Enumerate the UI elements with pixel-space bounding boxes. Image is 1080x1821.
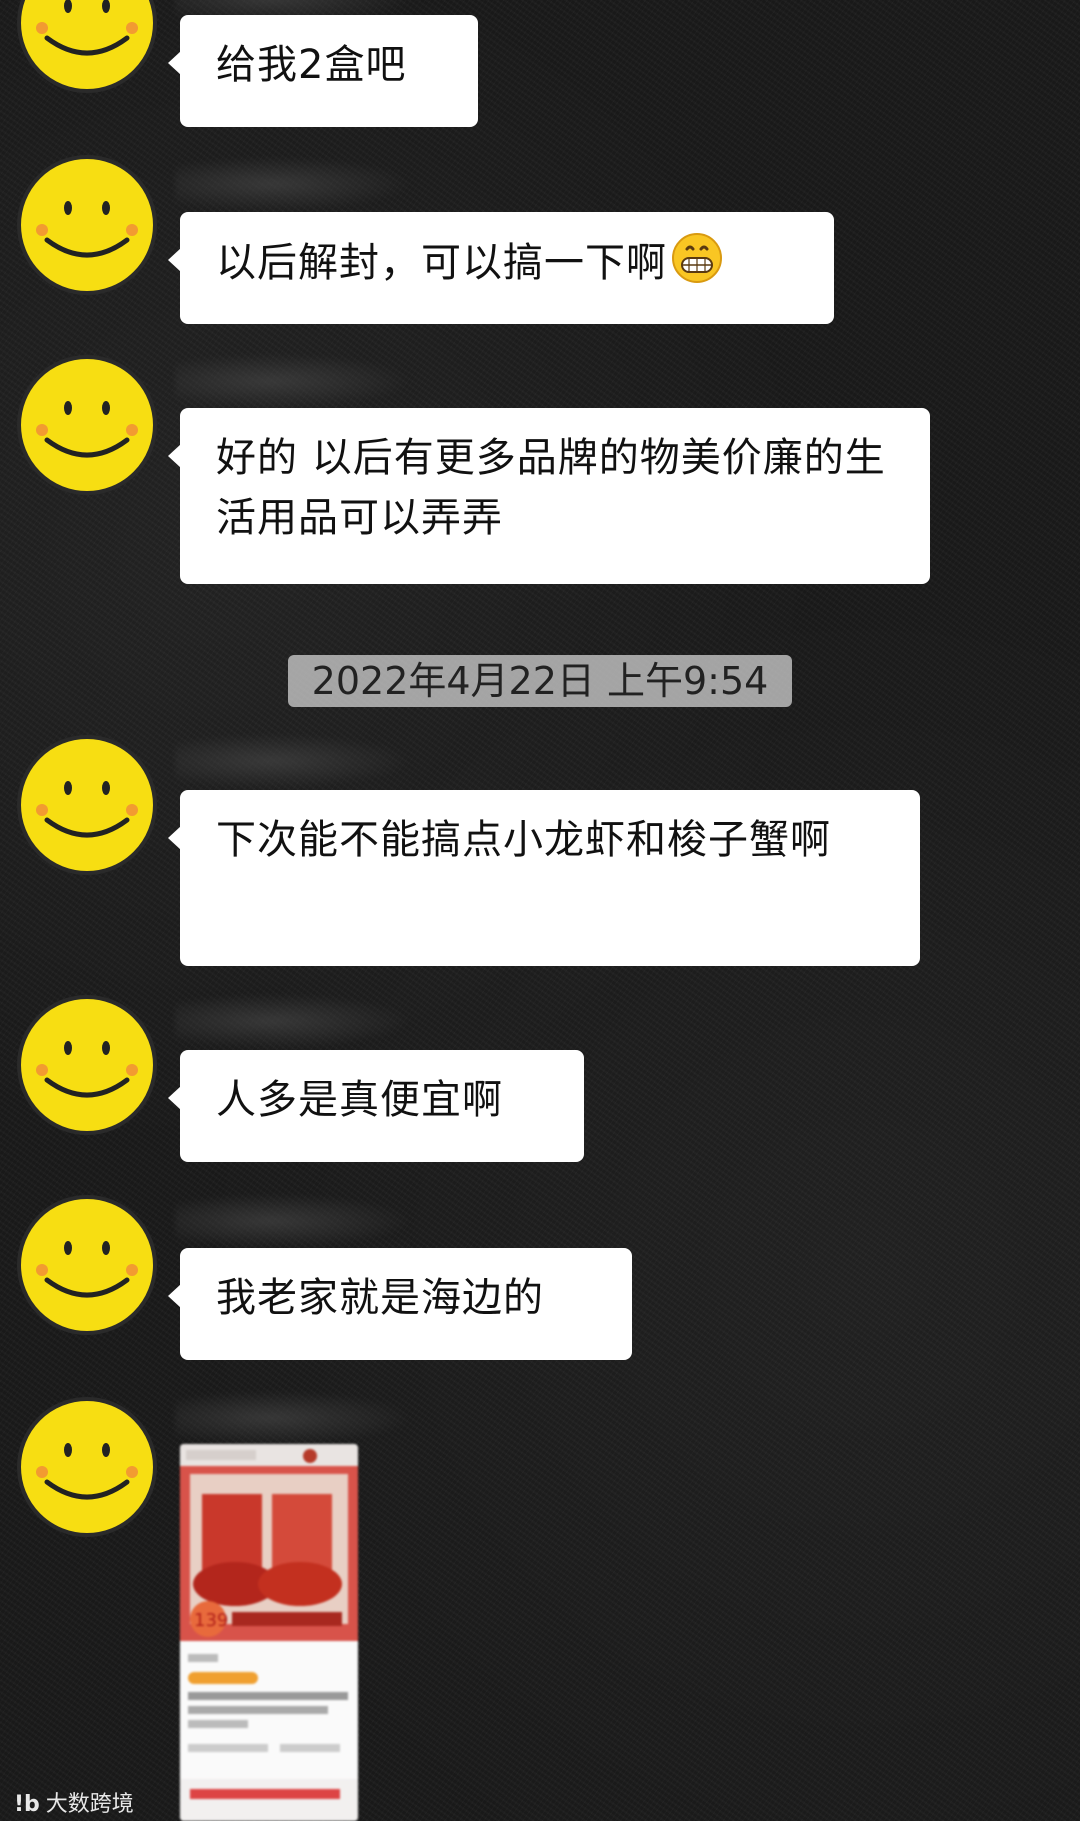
product-price-text: 139 — [194, 1610, 228, 1631]
watermark: !b 大数跨境 — [14, 1786, 134, 1818]
grinning-face-emoji-icon — [672, 233, 722, 283]
product-screenshot-image: 139 — [180, 1444, 358, 1821]
message-bubble[interactable]: 人多是真便宜啊 — [168, 1050, 584, 1162]
message-bubble[interactable]: 好的 以后有更多品牌的物美价廉的生活用品可以弄弄 — [168, 408, 930, 584]
avatar[interactable] — [12, 150, 162, 300]
message-bubble[interactable]: 下次能不能搞点小龙虾和梭子蟹啊 — [168, 790, 920, 966]
message-text: 人多是真便宜啊 — [216, 1077, 503, 1123]
message-bubble[interactable]: 我老家就是海边的 — [168, 1248, 632, 1360]
message-text: 好的 以后有更多品牌的物美价廉的生活用品可以弄弄 — [216, 435, 886, 541]
watermark-logo: !b — [14, 1792, 40, 1817]
avatar[interactable] — [12, 730, 162, 880]
sender-name-redacted — [175, 993, 465, 1049]
message-text: 给我2盒吧 — [216, 42, 407, 88]
sender-name-redacted — [175, 156, 465, 212]
sender-name-redacted — [175, 0, 465, 26]
message-bubble[interactable]: 给我2盒吧 — [168, 15, 478, 127]
message-text: 下次能不能搞点小龙虾和梭子蟹啊 — [216, 817, 831, 863]
sender-name-redacted — [175, 1193, 465, 1249]
avatar[interactable] — [12, 350, 162, 500]
avatar[interactable] — [12, 1392, 162, 1542]
date-timestamp: 2022年4月22日 上午9:54 — [288, 655, 792, 707]
image-message-thumbnail[interactable]: 139 — [180, 1444, 358, 1821]
message-text: 以后解封，可以搞一下啊 — [216, 240, 667, 286]
message-text: 我老家就是海边的 — [216, 1275, 544, 1321]
sender-name-redacted — [175, 353, 465, 409]
message-bubble[interactable]: 以后解封，可以搞一下啊 — [168, 212, 834, 324]
avatar[interactable] — [12, 0, 162, 98]
sender-name-redacted — [175, 733, 465, 789]
avatar[interactable] — [12, 1190, 162, 1340]
avatar[interactable] — [12, 990, 162, 1140]
sender-name-redacted — [175, 1390, 465, 1446]
watermark-text: 大数跨境 — [45, 1792, 134, 1817]
